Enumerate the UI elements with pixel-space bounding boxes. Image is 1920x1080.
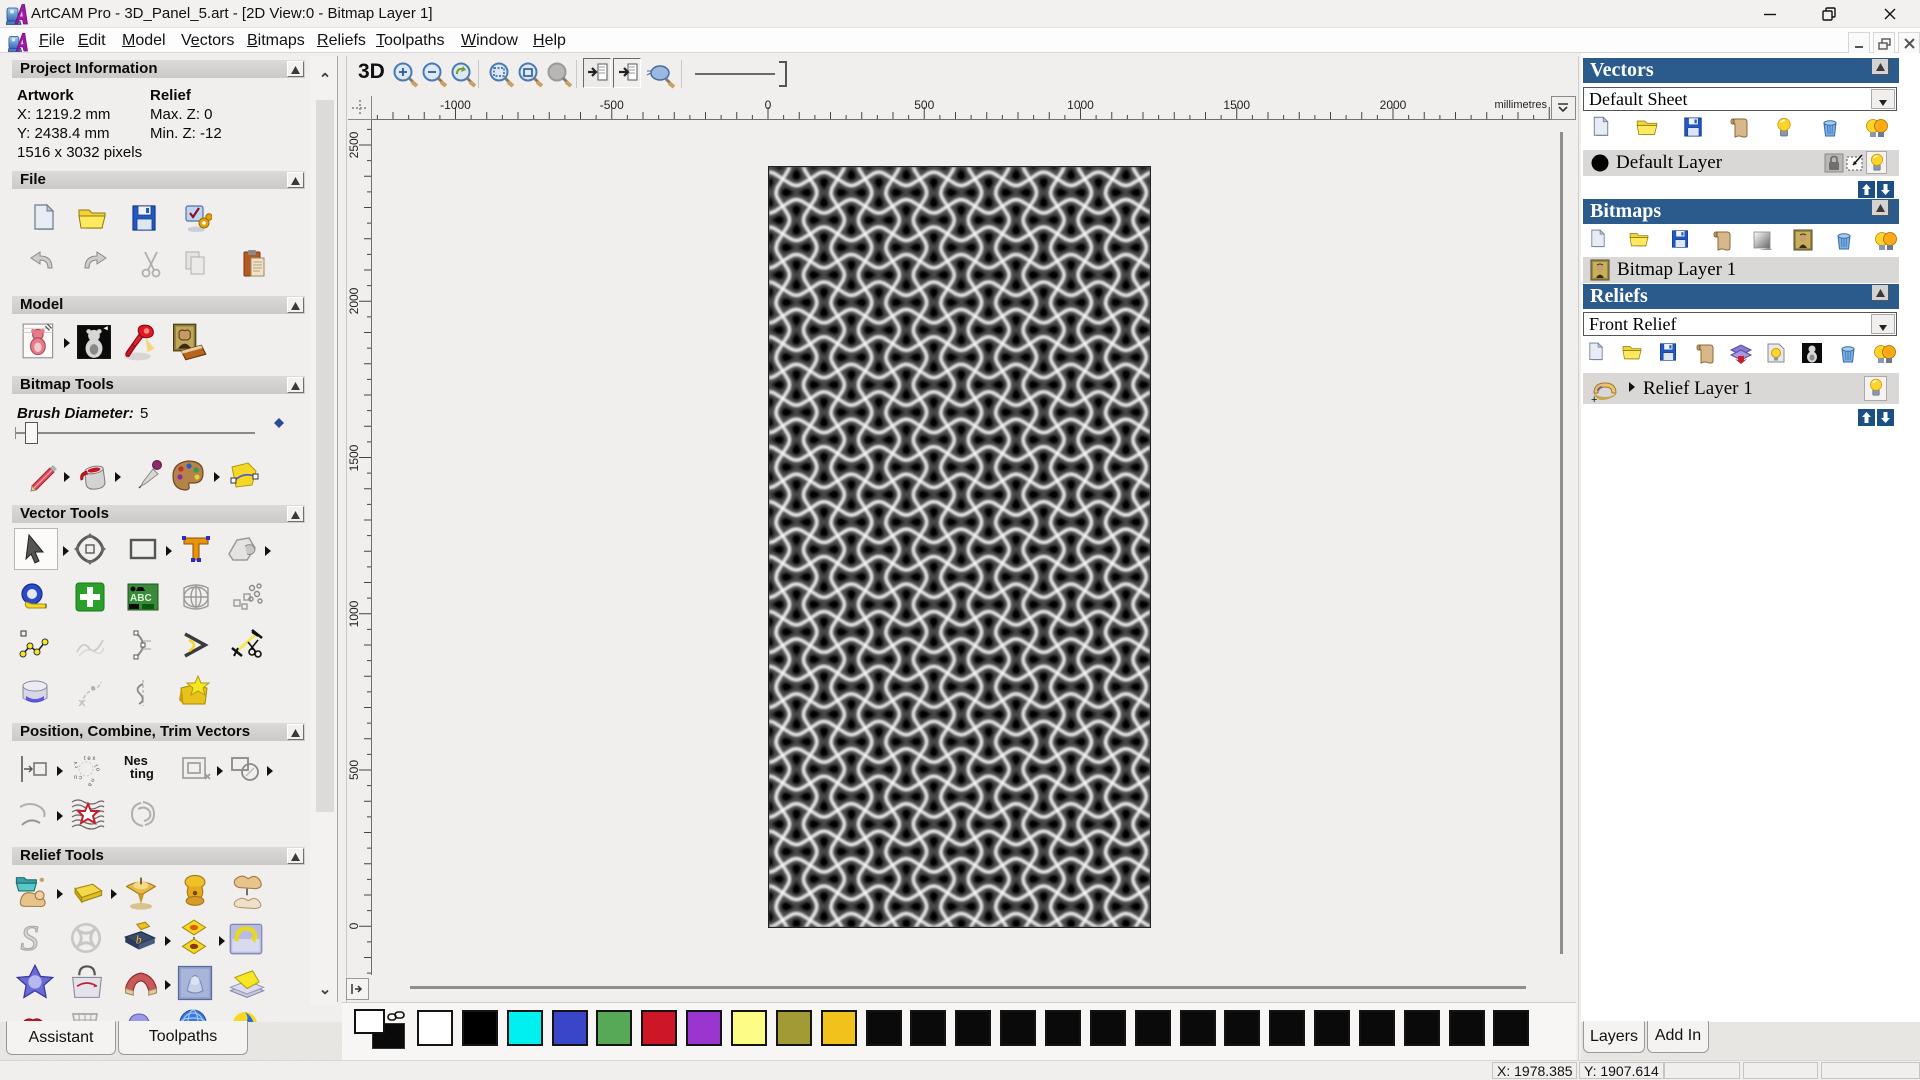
svg-text:S: S [21,918,39,958]
svg-text:n a: n a [86,777,96,786]
svg-text:r v: r v [73,760,81,768]
svg-text:ting: ting [130,766,154,781]
svg-text:t o: t o [92,764,101,773]
svg-text:+: + [1591,394,1597,405]
svg-text:ABC: ABC [130,593,152,604]
svg-text:t e x: t e x [84,756,95,762]
svg-text:b: b [136,933,142,946]
